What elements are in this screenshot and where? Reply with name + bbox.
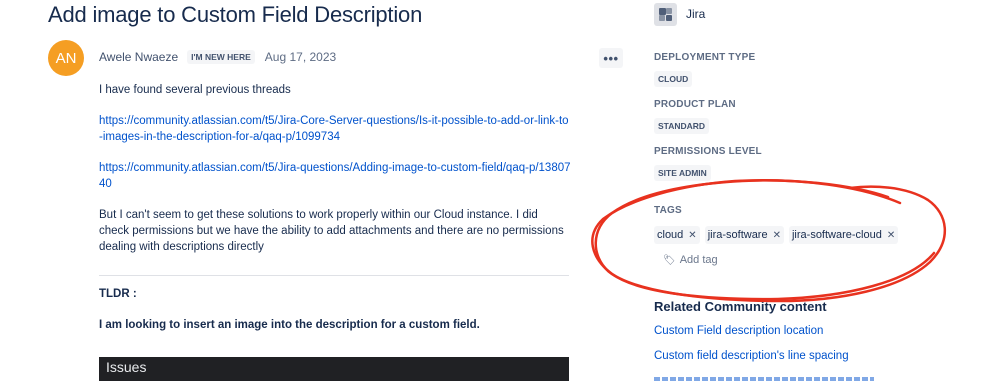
more-options-button[interactable]: ••• xyxy=(599,48,623,68)
product-name[interactable]: Jira xyxy=(686,7,705,21)
add-tag-button[interactable]: 🏷 Add tag xyxy=(663,254,718,266)
remove-tag-icon[interactable]: ✕ xyxy=(887,230,895,241)
avatar[interactable]: AN xyxy=(48,40,84,76)
related-content-heading: Related Community content xyxy=(654,299,827,314)
divider xyxy=(99,275,569,276)
post-paragraph: But I can't seem to get these solutions … xyxy=(99,209,564,253)
status-badge: I'M NEW HERE xyxy=(187,50,255,64)
embedded-panel-label: Issues xyxy=(106,359,147,375)
embedded-screenshot: Issues xyxy=(99,357,569,381)
tag-jira-software[interactable]: jira-software ✕ xyxy=(704,226,784,244)
tag-label: cloud xyxy=(657,229,684,241)
tag-jira-software-cloud[interactable]: jira-software-cloud ✕ xyxy=(788,226,899,244)
deployment-type-lozenge: CLOUD xyxy=(654,71,693,87)
author-name[interactable]: Awele Nwaeze xyxy=(99,50,178,64)
related-link[interactable]: Custom field description's line spacing xyxy=(654,350,849,362)
post-date: Aug 17, 2023 xyxy=(264,50,337,64)
post-paragraph: I have found several previous threads xyxy=(99,84,291,96)
tldr-text: I am looking to insert an image into the… xyxy=(99,319,480,331)
add-tag-label: Add tag xyxy=(679,254,718,266)
deployment-type-label: DEPLOYMENT TYPE xyxy=(654,52,756,63)
tag-icon: 🏷 xyxy=(663,254,676,266)
thread-link[interactable]: https://community.atlassian.com/t5/Jira-… xyxy=(99,115,569,143)
post-body: I have found several previous threads ht… xyxy=(99,82,571,270)
permissions-level-label: PERMISSIONS LEVEL xyxy=(654,146,762,157)
related-link-partial[interactable] xyxy=(654,373,894,381)
page-title: Add image to Custom Field Description xyxy=(48,2,423,27)
tags-list: cloud ✕ jira-software ✕ jira-software-clou… xyxy=(654,226,899,244)
related-link[interactable]: Custom Field description location xyxy=(654,325,823,337)
product-plan-lozenge: STANDARD xyxy=(654,118,710,134)
tag-label: jira-software-cloud xyxy=(791,229,882,241)
product-plan-label: PRODUCT PLAN xyxy=(654,99,736,110)
remove-tag-icon[interactable]: ✕ xyxy=(773,230,781,241)
post-meta: Awele Nwaeze I'M NEW HERE Aug 17, 2023 xyxy=(99,50,336,64)
tag-label: jira-software xyxy=(707,229,768,241)
tags-label: TAGS xyxy=(654,205,682,216)
jira-logo-icon xyxy=(654,3,677,26)
permissions-level-lozenge: SITE ADMIN xyxy=(654,165,711,181)
sidebar: Jira DEPLOYMENT TYPE CLOUD PRODUCT PLAN … xyxy=(654,0,999,381)
thread-link[interactable]: https://community.atlassian.com/t5/Jira-… xyxy=(99,162,571,190)
tag-cloud[interactable]: cloud ✕ xyxy=(654,226,700,244)
tldr-heading: TLDR : xyxy=(99,288,137,300)
remove-tag-icon[interactable]: ✕ xyxy=(688,230,696,241)
